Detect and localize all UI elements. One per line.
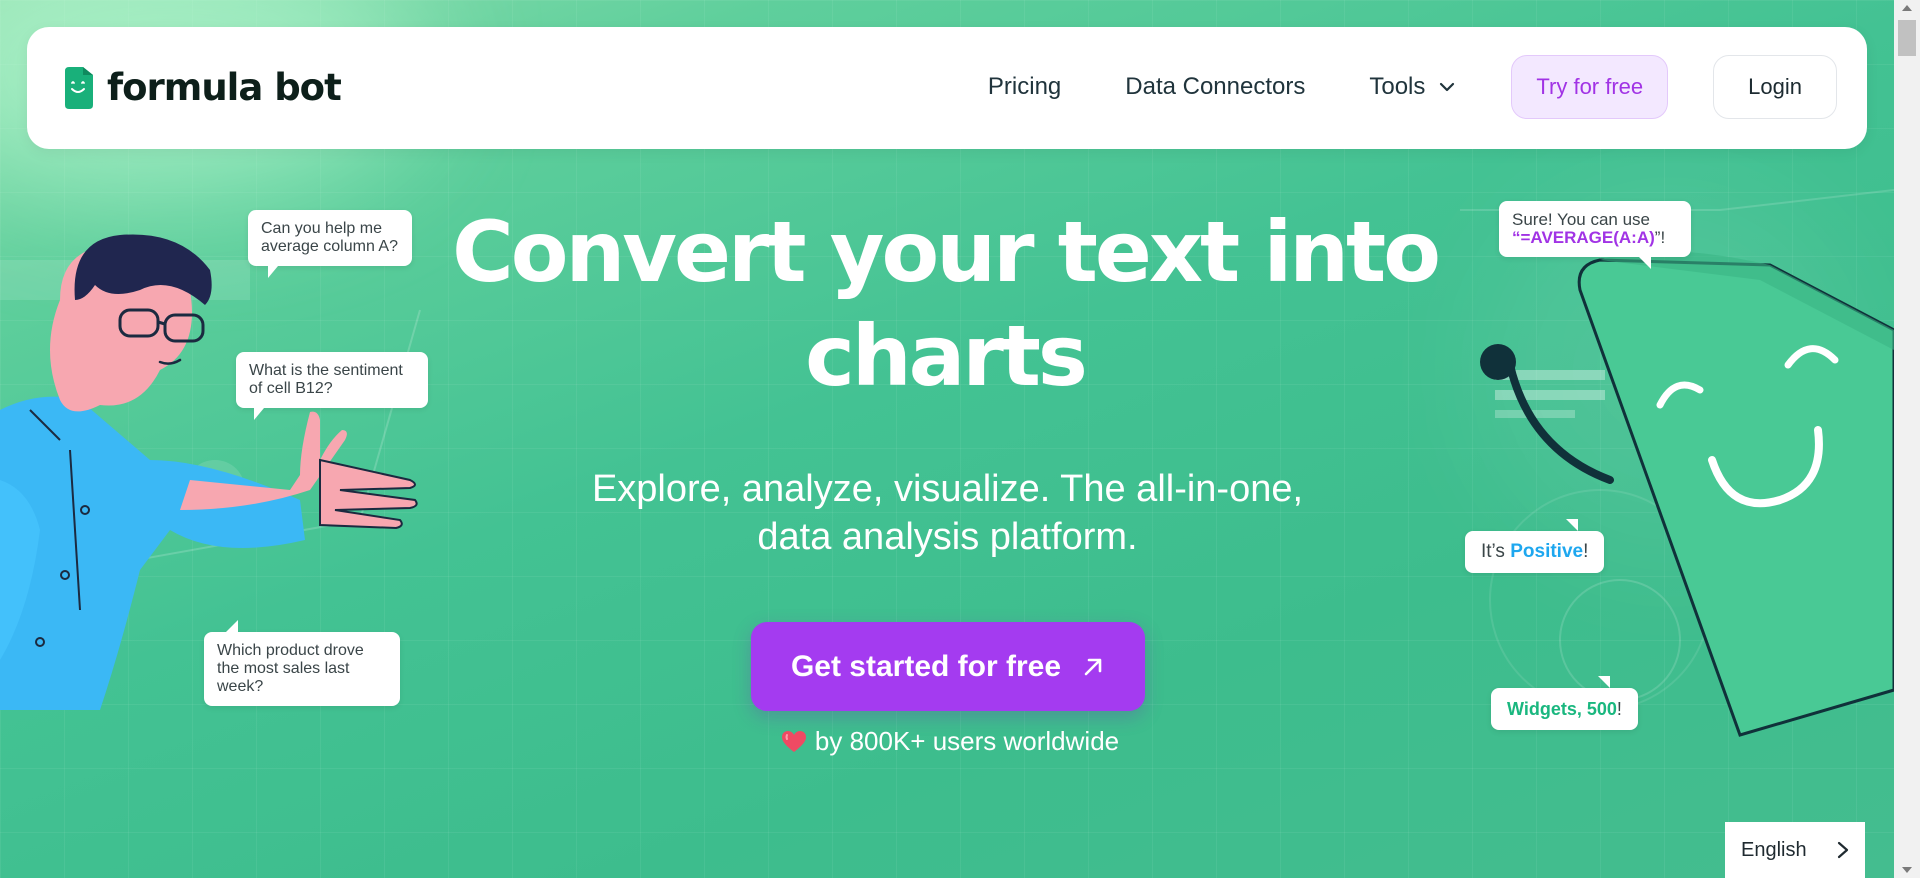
triangle-down-icon [1902,867,1912,873]
arrow-up-right-icon [1084,658,1102,675]
get-started-label: Get started for free [790,649,1062,683]
scroll-up-arrow[interactable] [1894,0,1920,16]
hero-title-line: Convert your text into [452,203,1441,301]
social-proof: by 800K+ users worldwide [770,726,1130,757]
hero-title-line: charts [805,307,1088,405]
bubble-tail [268,266,278,278]
nav-tools-label: Tools [1369,73,1426,100]
bubble-text: Sure! You can use [1512,210,1651,229]
bubble-text: week? [217,678,264,695]
bubble-tail [1566,519,1579,531]
login-button[interactable]: Login [1713,55,1837,119]
heart-icon [781,730,806,752]
chat-bubble-sentiment: What is the sentiment of cell B12? [236,352,428,420]
language-label: English [1741,838,1807,861]
try-for-free-button[interactable]: Try for free [1511,55,1669,119]
scroll-down-arrow[interactable] [1894,862,1920,878]
site-header: formula bot Pricing Data Connectors Tool… [27,27,1867,149]
chat-bubble-product: Which product drove the most sales last … [204,620,400,706]
nav-link-pricing[interactable]: Pricing [988,73,1061,101]
chat-bubble-average: Can you help me average column A? [248,210,412,278]
bubble-tail [1597,676,1610,688]
chevron-right-icon [1837,841,1849,859]
positive-highlight: Positive [1510,541,1584,562]
formula-quote: ”! [1654,228,1666,247]
bubble-text: It’s [1481,541,1511,562]
nav-link-data-connectors[interactable]: Data Connectors [1125,73,1305,101]
bubble-text: average column A? [261,238,398,255]
bubble-text: the most sales last [217,660,350,677]
logo-text: formula bot [107,65,342,109]
hero-title: Convert your text into charts [440,200,1450,408]
page-scrollbar[interactable] [1894,0,1920,878]
social-proof-text: by 800K+ users worldwide [814,726,1120,756]
bubble-text: ! [1616,699,1622,719]
bot-illustration [1460,189,1894,737]
bubble-text: What is the sentiment [249,362,403,379]
bubble-text: of cell B12? [249,380,333,397]
chevron-down-icon [1440,82,1455,92]
bubble-tail [1639,257,1651,269]
logo-icon [65,67,93,109]
hero-subtitle: Explore, analyze, visualize. The all-in-… [500,465,1395,561]
hero-subtitle-line: Explore, analyze, visualize. The all-in-… [591,468,1304,510]
bubble-text: Can you help me [261,220,382,237]
bubble-text: Which product drove [217,642,364,659]
chat-bubble-positive: It’s Positive! [1465,519,1605,573]
logo[interactable]: formula bot [61,65,342,109]
widgets-highlight: Widgets, 500 [1507,699,1617,719]
formula-quote: “ [1512,228,1521,247]
get-started-button[interactable]: Get started for free [751,622,1145,711]
triangle-up-icon [1902,5,1912,11]
language-selector[interactable]: English [1725,822,1865,878]
scroll-thumb[interactable] [1898,20,1916,56]
main-nav: Pricing Data Connectors Tools Try for fr… [988,55,1837,119]
chat-bubble-formula: Sure! You can use “=AVERAGE(A:A)”! [1499,201,1691,269]
nav-tools-dropdown[interactable]: Tools [1369,73,1455,101]
bubble-tail [254,408,264,420]
formula-highlight: =AVERAGE(A:A) [1520,228,1655,247]
bubble-text: ! [1583,541,1589,562]
bubble-tail [226,620,238,632]
chat-bubble-widgets: Widgets, 500! [1491,676,1638,730]
hero-subtitle-line: data analysis platform. [757,516,1138,558]
bubble-formula-line: “=AVERAGE(A:A)”! [1512,229,1678,247]
